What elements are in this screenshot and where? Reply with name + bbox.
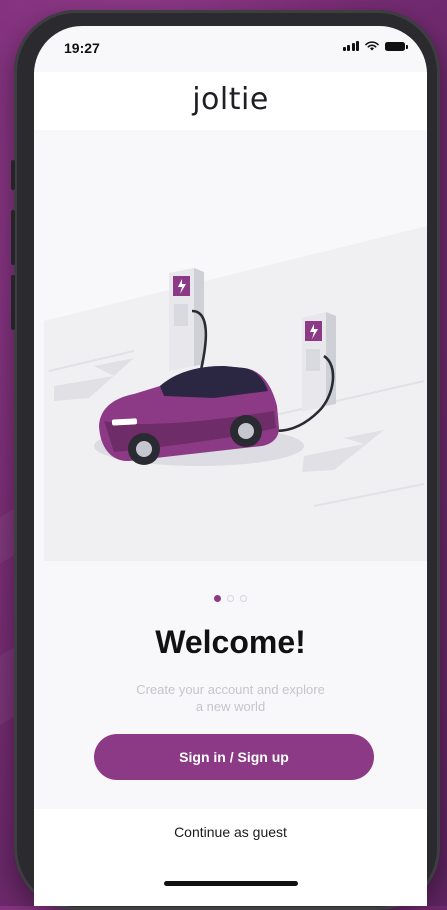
sign-in-sign-up-button[interactable]: Sign in / Sign up [94,734,374,780]
electric-car-charging-illustration [44,226,427,561]
page-dot[interactable] [227,595,234,602]
welcome-subtitle: Create your account and explore a new wo… [104,681,357,715]
signal-icon [342,41,359,51]
page-dot-active[interactable] [214,595,221,602]
phone-side-button [11,275,15,330]
home-indicator[interactable] [164,881,298,886]
continue-as-guest-button[interactable]: Continue as guest [134,820,327,844]
subtitle-line: a new world [195,699,266,714]
page-dot[interactable] [240,595,247,602]
subtitle-line: Create your account and explore [136,682,325,697]
status-time: 19:27 [64,40,100,56]
app-header: joltie [34,72,427,130]
status-icons [342,41,408,51]
phone-side-button [11,210,15,265]
status-bar: 19:27 [34,26,427,72]
app-screen: 19:27 joltie Welcome! Create your accoun… [34,26,427,906]
welcome-title: Welcome! [155,624,306,660]
page-indicator [34,595,427,602]
app-logo: joltie [192,82,269,117]
wifi-icon [365,41,379,51]
battery-icon [385,41,408,51]
phone-side-button [11,160,15,190]
bottom-panel: Continue as guest [34,809,427,906]
